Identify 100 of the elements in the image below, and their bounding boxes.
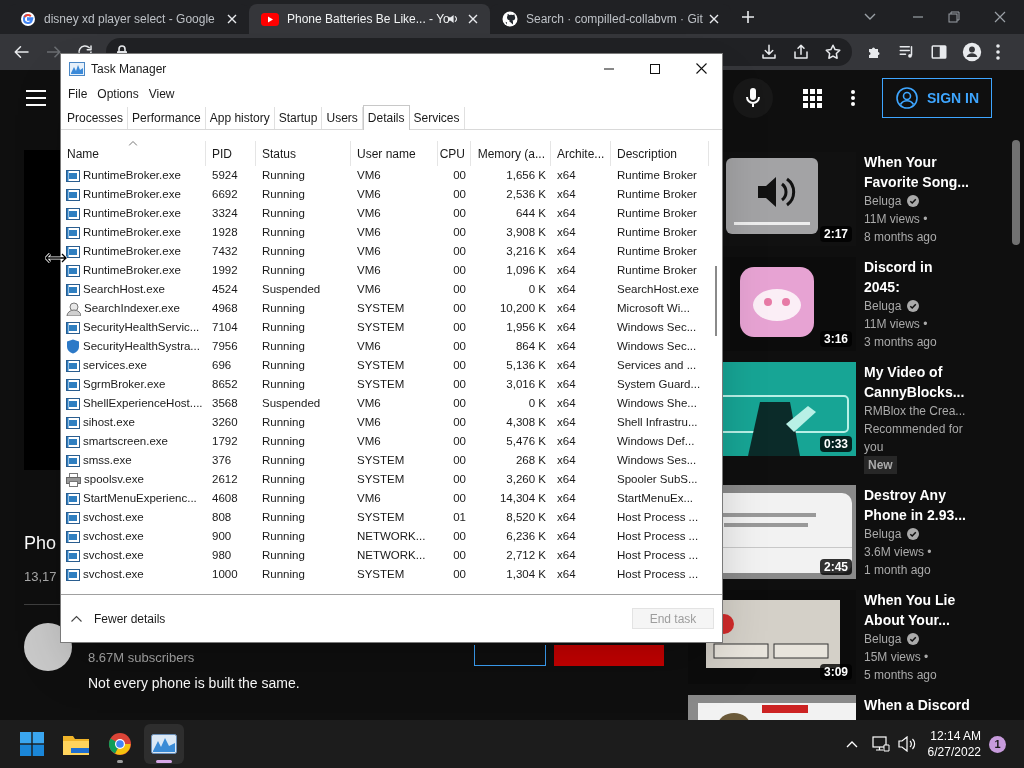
table-cell: 4524 bbox=[212, 282, 238, 295]
video-title[interactable]: When You Lie bbox=[864, 590, 956, 610]
user-search-icon bbox=[66, 301, 81, 316]
scrollbar-thumb[interactable] bbox=[1012, 140, 1020, 245]
close-icon[interactable] bbox=[696, 63, 707, 74]
table-cell-text: 2,536 K bbox=[506, 186, 546, 202]
video-meta: 11M views • bbox=[864, 316, 929, 333]
table-cell: x64 bbox=[557, 529, 576, 542]
table-cell: x64 bbox=[557, 358, 576, 371]
video-duration: 3:16 bbox=[819, 331, 852, 347]
video-title[interactable]: Discord in bbox=[864, 257, 937, 277]
column-header[interactable]: Memory (a... bbox=[471, 141, 551, 166]
network-icon[interactable] bbox=[871, 736, 890, 752]
star-icon[interactable] bbox=[824, 43, 842, 61]
app-window-icon bbox=[66, 188, 80, 201]
video-meta: Recommended for bbox=[864, 421, 964, 438]
column-header[interactable]: Status bbox=[256, 141, 351, 166]
sign-in-button[interactable]: SIGN IN bbox=[882, 78, 992, 118]
menu-item[interactable]: View bbox=[143, 85, 180, 103]
table-cell: x64 bbox=[557, 377, 576, 390]
column-header[interactable]: Name bbox=[61, 141, 206, 166]
menu-icon[interactable] bbox=[26, 90, 46, 106]
column-header[interactable]: Archite... bbox=[551, 141, 611, 166]
table-cell-text: 3,016 K bbox=[506, 376, 546, 392]
channel-name[interactable]: Beluga bbox=[864, 630, 902, 648]
taskbar-app[interactable] bbox=[144, 724, 184, 764]
tab[interactable]: Details bbox=[362, 105, 410, 130]
download-icon[interactable] bbox=[760, 43, 778, 61]
table-cell: Running bbox=[262, 168, 305, 181]
menu-item[interactable]: Options bbox=[92, 85, 144, 103]
video-title[interactable]: CannyBlocks... bbox=[864, 382, 966, 402]
volume-icon[interactable] bbox=[897, 736, 916, 752]
table-cell: 1792 bbox=[212, 434, 238, 447]
maximize-icon[interactable] bbox=[650, 63, 660, 74]
table-cell-text: 5,136 K bbox=[506, 357, 546, 373]
table-cell-text: RuntimeBroker.exe bbox=[83, 243, 181, 259]
column-header[interactable]: User name bbox=[351, 141, 438, 166]
channel-avatar[interactable] bbox=[24, 623, 72, 671]
more-icon[interactable] bbox=[851, 90, 855, 106]
join-button[interactable] bbox=[474, 645, 546, 666]
table-cell-text: SecurityHealthSystra... bbox=[83, 338, 200, 354]
github-icon bbox=[502, 11, 518, 27]
google-icon bbox=[20, 11, 36, 27]
video-title[interactable]: My Video of bbox=[864, 362, 966, 382]
video-title[interactable]: Destroy Any bbox=[864, 485, 966, 505]
fewer-details-link[interactable]: Fewer details bbox=[94, 609, 166, 628]
video-title[interactable]: Favorite Song... bbox=[864, 172, 969, 192]
menu-item[interactable]: File bbox=[63, 85, 93, 103]
column-header[interactable]: Description bbox=[611, 141, 709, 166]
table-cell: Running bbox=[262, 320, 305, 333]
video-meta: 15M views • bbox=[864, 649, 930, 666]
video-title[interactable]: Phone in 2.93... bbox=[864, 505, 966, 525]
table-cell: Shell Infrastru... bbox=[617, 415, 698, 428]
table-cell-text: 268 K bbox=[515, 452, 546, 468]
new-tab-icon[interactable] bbox=[741, 10, 755, 24]
video-title[interactable]: When Your bbox=[864, 152, 969, 172]
back-icon[interactable] bbox=[13, 43, 31, 61]
table-cell: 7956 bbox=[212, 339, 238, 352]
table-cell: Running bbox=[262, 548, 305, 561]
channel-name[interactable]: RMBlox the Crea... bbox=[864, 402, 966, 420]
side-panel-icon[interactable] bbox=[930, 43, 948, 61]
browser-tab[interactable]: Phone Batteries Be Like... - Yo bbox=[249, 4, 490, 34]
more-icon[interactable] bbox=[996, 44, 1000, 60]
table-cell: Runtime Broker bbox=[617, 263, 697, 276]
table-cell: Windows She... bbox=[617, 396, 697, 409]
apps-icon[interactable] bbox=[803, 88, 822, 108]
video-title[interactable]: 2045: bbox=[864, 277, 937, 297]
column-header[interactable]: PID bbox=[206, 141, 256, 166]
channel-name[interactable]: Beluga bbox=[864, 192, 902, 210]
table-cell-text: SgrmBroker.exe bbox=[83, 376, 166, 392]
mic-button[interactable] bbox=[733, 78, 773, 118]
table-cell-text: 3,260 K bbox=[506, 471, 546, 487]
table-cell: Runtime Broker bbox=[617, 206, 697, 219]
table-cell: Windows Sec... bbox=[617, 320, 697, 333]
video-title[interactable]: When a Discord bbox=[864, 695, 970, 715]
table-cell: Running bbox=[262, 339, 305, 352]
table-cell: SYSTEM bbox=[357, 320, 405, 333]
channel-name[interactable]: Beluga bbox=[864, 297, 902, 315]
chevron-down-icon[interactable] bbox=[864, 13, 876, 21]
table-cell-text: 6,236 K bbox=[506, 528, 546, 544]
table-cell: Running bbox=[262, 358, 305, 371]
table-cell: Running bbox=[262, 415, 305, 428]
share-icon[interactable] bbox=[792, 43, 810, 61]
table-cell: x64 bbox=[557, 282, 576, 295]
video-title[interactable]: About Your... bbox=[864, 610, 956, 630]
channel-name[interactable]: Beluga bbox=[864, 525, 902, 543]
table-cell-text: 644 K bbox=[515, 205, 546, 221]
table-cell: Windows Def... bbox=[617, 434, 695, 447]
table-cell: x64 bbox=[557, 206, 576, 219]
restore-icon[interactable] bbox=[948, 11, 960, 23]
table-cell: 696 bbox=[212, 358, 232, 371]
table-cell: VM6 bbox=[357, 491, 381, 504]
scrollbar-thumb[interactable] bbox=[715, 266, 717, 336]
clock[interactable]: 12:14 AM 6/27/2022 bbox=[927, 728, 981, 760]
profile-icon[interactable] bbox=[962, 42, 982, 62]
notification-badge[interactable]: 1 bbox=[989, 735, 1006, 753]
close-icon[interactable] bbox=[994, 11, 1006, 23]
app-window-icon bbox=[66, 435, 80, 448]
column-header[interactable]: CPU bbox=[438, 141, 471, 166]
chevron-up-icon[interactable] bbox=[71, 615, 82, 622]
